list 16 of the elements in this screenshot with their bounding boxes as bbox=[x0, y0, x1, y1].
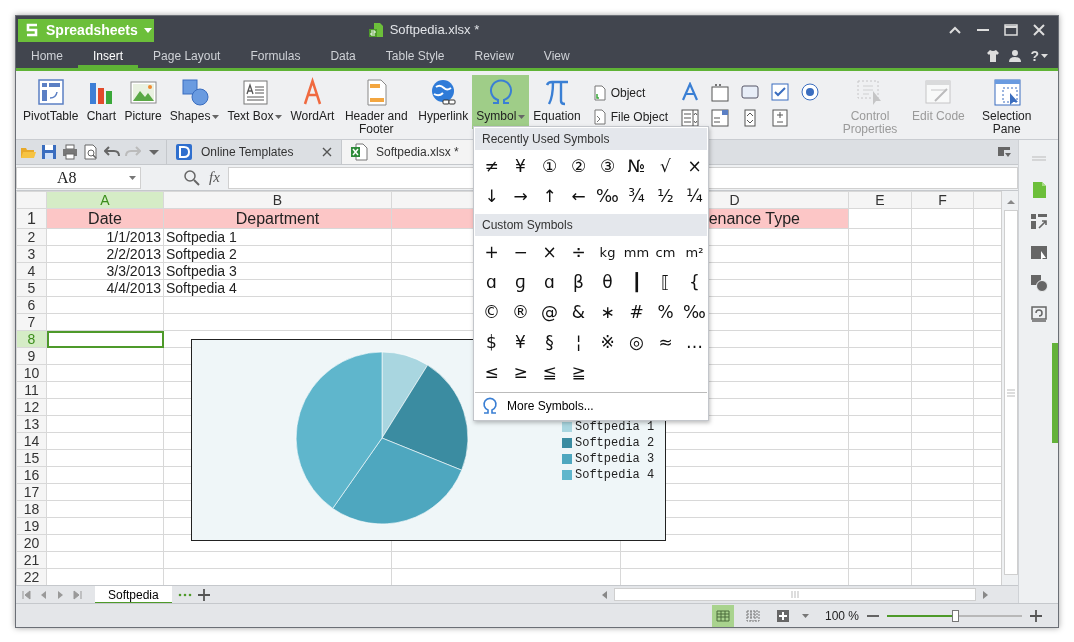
table-cell: 4/4/2013 bbox=[46, 279, 164, 297]
table-cell: 1/1/2013 bbox=[46, 228, 164, 246]
section-header: Custom Symbols bbox=[475, 214, 707, 236]
table-cell: 2/2/2013 bbox=[46, 245, 164, 263]
window-title: Softpedia.xlsx * bbox=[389, 21, 480, 40]
table-cell: Softpedia 3 bbox=[163, 262, 392, 280]
table-cell: Softpedia 2 bbox=[163, 245, 392, 263]
legend-label: Softpedia 3 bbox=[575, 452, 655, 466]
zoom-level: 100 % bbox=[824, 607, 859, 625]
section-header: Recently Used Symbols bbox=[475, 128, 707, 150]
legend-label: Softpedia 2 bbox=[575, 436, 655, 450]
table-cell: Softpedia 1 bbox=[163, 228, 392, 246]
table-cell: 3/3/2013 bbox=[46, 262, 164, 280]
legend-label: Softpedia 4 bbox=[575, 468, 655, 482]
table-cell: Softpedia 4 bbox=[163, 279, 392, 297]
legend-label: Softpedia 1 bbox=[575, 420, 655, 434]
